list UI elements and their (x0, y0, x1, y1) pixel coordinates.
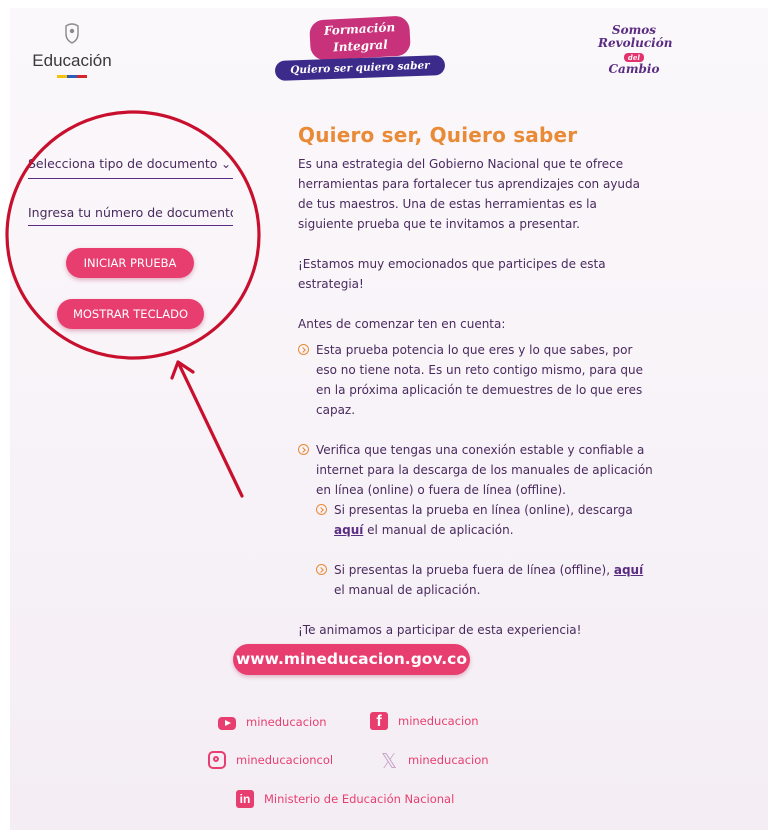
formacion-integral-logo: Formación Integral Quiero ser quiero sab… (274, 15, 450, 81)
linkedin-icon: in (236, 790, 254, 808)
formacion-badge: Formación Integral (309, 15, 411, 61)
facebook-link[interactable]: f mineducacion (370, 711, 479, 731)
chevron-circle-icon (316, 504, 327, 515)
closing-text: ¡Te animamos a participar de esta experi… (298, 623, 582, 637)
sub-bullet-tail: el manual de aplicación. (363, 523, 514, 537)
youtube-link[interactable]: mineducacion (218, 712, 327, 732)
educacion-logo: Educación (22, 22, 122, 82)
flag-bar (57, 75, 87, 78)
shield-icon (65, 23, 79, 44)
document-type-select[interactable]: Selecciona tipo de documento ⌄ (28, 152, 233, 179)
page-title: Quiero ser, Quiero saber (298, 123, 578, 147)
x-label: mineducacion (408, 753, 489, 767)
youtube-label: mineducacion (246, 715, 327, 729)
chevron-circle-icon (298, 444, 309, 455)
instagram-icon (208, 751, 226, 769)
chevron-down-icon: ⌄ (220, 157, 231, 171)
somos-revolucion-logo: Somos Revolución del Cambio (598, 24, 673, 80)
instagram-label: mineducacioncol (236, 753, 334, 767)
sub-bullet-text: Si presentas la prueba en línea (online)… (334, 503, 633, 517)
bullet-text: Esta prueba potencia lo que eres y lo qu… (316, 343, 643, 417)
bullet-text: Verifica que tengas una conexión estable… (316, 443, 653, 497)
facebook-label: mineducacion (398, 714, 479, 728)
x-icon: 𝕏 (380, 749, 398, 773)
formacion-tagline: Quiero ser quiero saber (290, 59, 430, 77)
main-content: Quiero ser, Quiero saber Es una estrateg… (298, 122, 654, 640)
chevron-circle-icon (298, 344, 309, 355)
intro-text: Es una estrategia del Gobierno Nacional … (298, 157, 640, 231)
login-form: Selecciona tipo de documento ⌄ (28, 152, 233, 226)
list-item: Si presentas la prueba fuera de línea (o… (316, 560, 654, 600)
list-item: Verifica que tengas una conexión estable… (298, 440, 654, 500)
somos-line3: Cambio (608, 62, 660, 76)
linkedin-label: Ministerio de Educación Nacional (264, 792, 455, 806)
facebook-icon: f (370, 712, 388, 730)
tagline-badge: Quiero ser quiero saber (274, 55, 446, 81)
document-type-label: Selecciona tipo de documento (28, 156, 218, 171)
somos-del: del (623, 53, 644, 62)
list-item: Esta prueba potencia lo que eres y lo qu… (298, 340, 654, 420)
linkedin-link[interactable]: in Ministerio de Educación Nacional (236, 789, 454, 809)
mineducacion-url-button[interactable]: www.mineducacion.gov.co (233, 644, 470, 675)
online-manual-link[interactable]: aquí (334, 523, 363, 537)
somos-line2: Revolución (598, 36, 673, 50)
youtube-icon (218, 716, 236, 730)
before-text: Antes de comenzar ten en cuenta: (298, 317, 506, 331)
x-link[interactable]: 𝕏 mineducacion (380, 749, 489, 773)
sub-bullet-text: Si presentas la prueba fuera de línea (o… (334, 563, 614, 577)
document-number-input[interactable] (28, 199, 233, 226)
start-test-button[interactable]: INICIAR PRUEBA (66, 248, 194, 278)
chevron-circle-icon (316, 564, 327, 575)
show-keyboard-button[interactable]: MOSTRAR TECLADO (57, 299, 204, 329)
offline-manual-link[interactable]: aquí (614, 563, 643, 577)
instagram-link[interactable]: mineducacioncol (208, 750, 333, 770)
sub-bullet-tail: el manual de aplicación. (334, 583, 481, 597)
educacion-logo-text: Educación (32, 51, 112, 70)
excited-text: ¡Estamos muy emocionados que participes … (298, 257, 606, 291)
list-item: Si presentas la prueba en línea (online)… (316, 500, 654, 540)
